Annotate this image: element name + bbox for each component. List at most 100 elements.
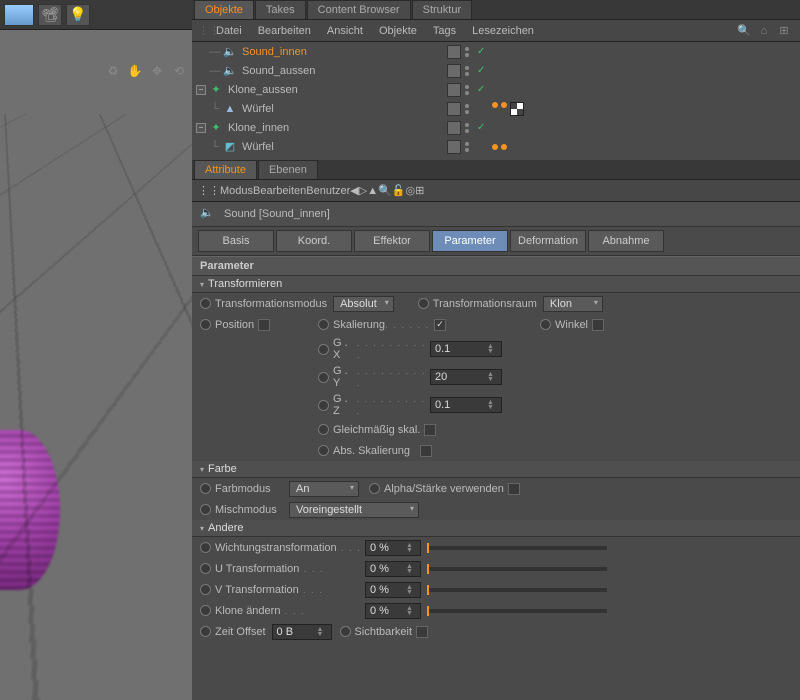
input-wichtungstransformation[interactable]: 0 %▲▼ bbox=[365, 540, 421, 556]
radio-icon[interactable] bbox=[200, 542, 211, 553]
radio-icon[interactable] bbox=[340, 626, 351, 637]
object-tree[interactable]: —🔈Sound_innen✓—🔈Sound_aussen✓−✦Klone_aus… bbox=[192, 42, 800, 160]
radio-icon[interactable] bbox=[318, 372, 329, 383]
dropdown-blend-mode[interactable]: Voreingestellt bbox=[289, 502, 419, 518]
tree-row[interactable]: −✦Klone_aussen✓ bbox=[192, 80, 800, 99]
section-other[interactable]: Andere bbox=[192, 520, 800, 537]
visibility-dots-icon[interactable] bbox=[465, 123, 473, 133]
radio-icon[interactable] bbox=[318, 424, 329, 435]
tab-abnahme[interactable]: Abnahme bbox=[588, 230, 664, 252]
layer-tag-icon[interactable] bbox=[447, 64, 461, 78]
input-v-transformation[interactable]: 0 %▲▼ bbox=[365, 582, 421, 598]
slider[interactable] bbox=[427, 609, 607, 613]
input-u-transformation[interactable]: 0 %▲▼ bbox=[365, 561, 421, 577]
texture-tag-icon[interactable] bbox=[510, 102, 524, 116]
light-icon[interactable]: 💡 bbox=[66, 4, 90, 26]
spinner-icon[interactable]: ▲▼ bbox=[317, 627, 327, 637]
radio-icon[interactable] bbox=[200, 483, 211, 494]
search-icon[interactable]: 🔍 bbox=[736, 24, 752, 37]
input-gz[interactable]: 0.1▲▼ bbox=[430, 397, 502, 413]
tab-attribute[interactable]: Attribute bbox=[194, 160, 257, 179]
checkbox-alpha[interactable] bbox=[508, 483, 520, 495]
visibility-dots-icon[interactable] bbox=[465, 104, 473, 114]
effector-tag-icon[interactable] bbox=[492, 102, 498, 108]
effector-tag-icon[interactable] bbox=[492, 144, 498, 150]
checkbox-scale[interactable] bbox=[434, 319, 446, 331]
camera-icon[interactable]: 📽 bbox=[38, 4, 62, 26]
tree-row[interactable]: —🔈Sound_aussen✓ bbox=[192, 61, 800, 80]
tab-takes[interactable]: Takes bbox=[255, 0, 306, 19]
tree-row[interactable]: −✦Klone_innen✓ bbox=[192, 118, 800, 137]
menu-datei[interactable]: Datei bbox=[208, 25, 250, 37]
effector-tag-icon[interactable] bbox=[501, 102, 507, 108]
slider-handle[interactable] bbox=[427, 606, 429, 616]
radio-icon[interactable] bbox=[200, 563, 211, 574]
enable-check-icon[interactable]: ✓ bbox=[477, 122, 485, 133]
menu-bearbeiten[interactable]: Bearbeiten bbox=[253, 185, 306, 197]
tab-objekte[interactable]: Objekte bbox=[194, 0, 254, 19]
radio-icon[interactable] bbox=[540, 319, 551, 330]
menu-bearbeiten[interactable]: Bearbeiten bbox=[250, 25, 319, 37]
up-icon[interactable]: ▲ bbox=[367, 185, 378, 197]
layer-tag-icon[interactable] bbox=[447, 45, 461, 59]
slider[interactable] bbox=[427, 588, 607, 592]
checkbox-uniform[interactable] bbox=[424, 424, 436, 436]
radio-icon[interactable] bbox=[200, 584, 211, 595]
tab-parameter[interactable]: Parameter bbox=[432, 230, 508, 252]
layer-tag-icon[interactable] bbox=[447, 121, 461, 135]
spinner-icon[interactable]: ▲▼ bbox=[406, 543, 416, 553]
checkbox-angle[interactable] bbox=[592, 319, 604, 331]
radio-icon[interactable] bbox=[369, 483, 380, 494]
menu-benutzer[interactable]: Benutzer bbox=[306, 185, 350, 197]
layer-tag-icon[interactable] bbox=[447, 140, 461, 154]
radio-icon[interactable] bbox=[200, 298, 211, 309]
home-icon[interactable]: ⌂ bbox=[756, 25, 772, 37]
section-transform[interactable]: Transformieren bbox=[192, 276, 800, 293]
radio-icon[interactable] bbox=[418, 298, 429, 309]
visibility-dots-icon[interactable] bbox=[465, 85, 473, 95]
input-time-offset[interactable]: 0 B▲▼ bbox=[272, 624, 332, 640]
enable-check-icon[interactable]: ✓ bbox=[477, 46, 485, 57]
hand-icon[interactable]: ✋ bbox=[126, 64, 144, 80]
checkbox-abs-scale[interactable] bbox=[420, 445, 432, 457]
slider-handle[interactable] bbox=[427, 564, 429, 574]
move-icon[interactable]: ✥ bbox=[148, 64, 166, 80]
input-gx[interactable]: 0.1▲▼ bbox=[430, 341, 502, 357]
visibility-dots-icon[interactable] bbox=[465, 142, 473, 152]
layer-tag-icon[interactable] bbox=[447, 102, 461, 116]
dropdown-color-mode[interactable]: An bbox=[289, 481, 359, 497]
menu-tags[interactable]: Tags bbox=[425, 25, 464, 37]
dropdown-transform-space[interactable]: Klon bbox=[543, 296, 603, 312]
section-color[interactable]: Farbe bbox=[192, 461, 800, 478]
tab-effektor[interactable]: Effektor bbox=[354, 230, 430, 252]
new-icon[interactable]: ⊞ bbox=[415, 184, 424, 197]
visibility-dots-icon[interactable] bbox=[465, 66, 473, 76]
menu-modus[interactable]: Modus bbox=[220, 185, 253, 197]
tab-deformation[interactable]: Deformation bbox=[510, 230, 586, 252]
tree-expand-icon[interactable]: − bbox=[196, 85, 206, 95]
tab-koord[interactable]: Koord. bbox=[276, 230, 352, 252]
radio-icon[interactable] bbox=[200, 605, 211, 616]
back-icon[interactable]: ◀ bbox=[350, 184, 358, 197]
menu-lesezeichen[interactable]: Lesezeichen bbox=[464, 25, 542, 37]
tree-expand-icon[interactable]: − bbox=[196, 123, 206, 133]
slider[interactable] bbox=[427, 546, 607, 550]
input-gy[interactable]: 20▲▼ bbox=[430, 369, 502, 385]
search-icon[interactable]: 🔍 bbox=[378, 184, 392, 197]
tab-content-browser[interactable]: Content Browser bbox=[307, 0, 411, 19]
expand-icon[interactable]: ⊞ bbox=[776, 24, 792, 37]
radio-icon[interactable] bbox=[200, 319, 211, 330]
menu-ansicht[interactable]: Ansicht bbox=[319, 25, 371, 37]
effector-tag-icon[interactable] bbox=[501, 144, 507, 150]
slider-handle[interactable] bbox=[427, 585, 429, 595]
spinner-icon[interactable]: ▲▼ bbox=[487, 400, 497, 410]
spinner-icon[interactable]: ▲▼ bbox=[487, 344, 497, 354]
radio-icon[interactable] bbox=[318, 344, 329, 355]
lock-icon[interactable]: 🔓 bbox=[392, 184, 406, 197]
tab-basis[interactable]: Basis bbox=[198, 230, 274, 252]
checkbox-position[interactable] bbox=[258, 319, 270, 331]
spinner-icon[interactable]: ▲▼ bbox=[406, 585, 416, 595]
radio-icon[interactable] bbox=[318, 319, 329, 330]
tree-row[interactable]: └◩Würfel bbox=[192, 137, 800, 156]
slider-handle[interactable] bbox=[427, 543, 429, 553]
